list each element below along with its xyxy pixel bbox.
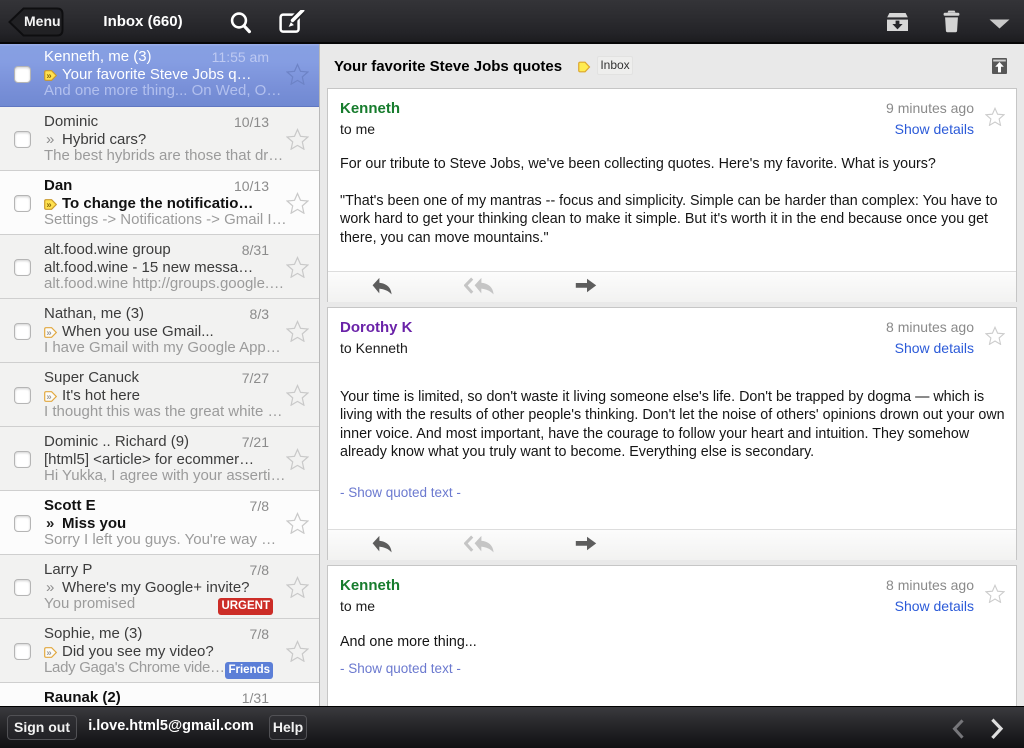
svg-text:»: » (46, 648, 51, 658)
svg-text:»: » (46, 200, 51, 210)
svg-text:»: » (46, 328, 51, 338)
svg-text:»: » (46, 71, 51, 81)
svg-text:»: » (46, 392, 51, 402)
